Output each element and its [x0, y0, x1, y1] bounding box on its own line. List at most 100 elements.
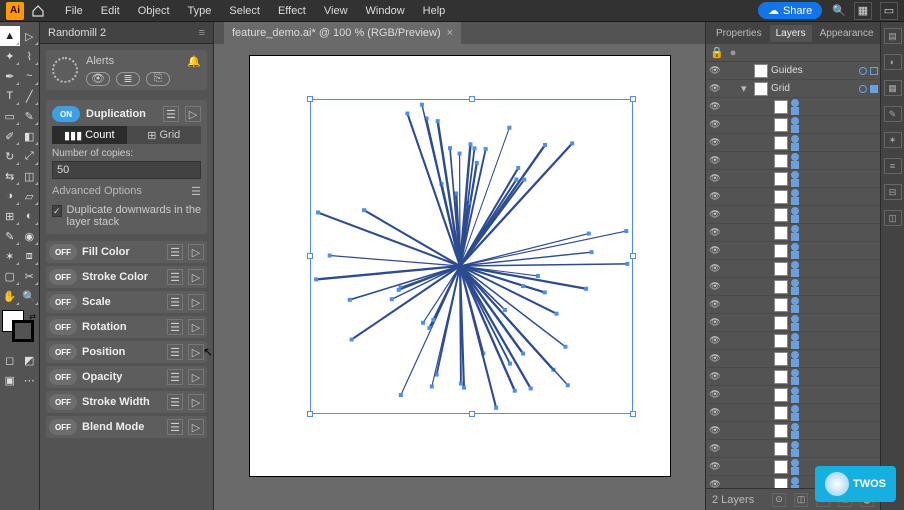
target-icon[interactable] [791, 387, 799, 395]
tool-symbol-sprayer[interactable]: ✶ [0, 246, 20, 266]
target-icon[interactable] [791, 171, 799, 179]
tool-hand[interactable]: ✋ [0, 286, 20, 306]
layer-name[interactable] [791, 99, 878, 115]
tool-artboard[interactable]: ▢ [0, 266, 20, 286]
prop-play-icon[interactable]: ▷ [188, 294, 204, 310]
layer-name[interactable] [791, 369, 878, 385]
visibility-icon[interactable]: 👁 [708, 442, 722, 456]
prop-settings-icon[interactable]: ☰ [167, 369, 183, 385]
libraries-icon[interactable]: ▤ [884, 28, 902, 44]
menu-help[interactable]: Help [414, 2, 455, 20]
layer-row[interactable]: 👁 [706, 332, 880, 350]
layer-row[interactable]: 👁 [706, 422, 880, 440]
prop-settings-icon[interactable]: ☰ [167, 319, 183, 335]
layer-name[interactable] [791, 297, 878, 313]
visibility-icon[interactable]: 👁 [708, 334, 722, 348]
prop-settings-icon[interactable]: ☰ [167, 419, 183, 435]
layer-row[interactable]: 👁 [706, 224, 880, 242]
selection-handle[interactable] [307, 411, 313, 417]
prop-toggle[interactable]: OFF [49, 419, 77, 435]
swatches-icon[interactable]: ▦ [884, 80, 902, 96]
target-icon[interactable] [791, 459, 799, 467]
visibility-icon[interactable]: 👁 [708, 478, 722, 489]
layer-row[interactable]: 👁 [706, 116, 880, 134]
draw-mode-normal[interactable]: ◻ [0, 350, 20, 370]
tool-direct-selection[interactable]: ▷ [20, 26, 40, 46]
tool-curvature[interactable]: ~ [20, 66, 40, 86]
layer-row[interactable]: 👁 [706, 98, 880, 116]
draw-mode-behind[interactable]: ◩ [20, 350, 40, 370]
tab-properties[interactable]: Properties [710, 25, 768, 42]
prop-settings-icon[interactable]: ☰ [167, 344, 183, 360]
tool-perspective[interactable]: ▱ [20, 186, 40, 206]
target-icon[interactable] [791, 297, 799, 305]
selection-handle[interactable] [630, 253, 636, 259]
layer-name[interactable] [791, 315, 878, 331]
visibility-icon[interactable]: 👁 [708, 208, 722, 222]
visibility-icon[interactable]: 👁 [708, 172, 722, 186]
layer-name[interactable] [791, 225, 878, 241]
target-icon[interactable] [791, 225, 799, 233]
target-icon[interactable] [791, 189, 799, 197]
layer-row[interactable]: 👁 [706, 170, 880, 188]
layer-row[interactable]: 👁 ▾ Grid [706, 80, 880, 98]
layer-name[interactable] [791, 243, 878, 259]
color-icon[interactable]: ◐ [884, 54, 902, 70]
prop-toggle[interactable]: OFF [49, 394, 77, 410]
panel-menu-icon[interactable]: ≡ [199, 27, 205, 39]
visibility-icon[interactable]: 👁 [708, 64, 722, 78]
stroke-panel-icon[interactable]: ≡ [884, 158, 902, 174]
layer-row[interactable]: 👁 Guides [706, 62, 880, 80]
home-icon[interactable] [30, 3, 46, 19]
visibility-icon[interactable]: 👁 [708, 136, 722, 150]
menu-window[interactable]: Window [357, 2, 414, 20]
tool-paintbrush[interactable]: ✎ [20, 106, 40, 126]
target-icon[interactable] [791, 207, 799, 215]
workspace-switcher-icon[interactable]: ▭ [880, 2, 898, 20]
make-clipping-mask-icon[interactable]: ◫ [794, 493, 808, 507]
layer-row[interactable]: 👁 [706, 296, 880, 314]
tool-gradient[interactable]: ◐ [20, 206, 40, 226]
visibility-icon[interactable]: 👁 [708, 280, 722, 294]
prop-toggle[interactable]: OFF [49, 344, 77, 360]
menu-edit[interactable]: Edit [92, 2, 129, 20]
selection-handle[interactable] [630, 411, 636, 417]
prop-play-icon[interactable]: ▷ [188, 344, 204, 360]
tool-lasso[interactable]: ⌇ [20, 46, 40, 66]
target-icon[interactable] [791, 369, 799, 377]
visibility-icon[interactable]: 👁 [708, 424, 722, 438]
visibility-icon[interactable]: 👁 [708, 460, 722, 474]
visibility-icon[interactable]: 👁 [708, 262, 722, 276]
tool-mesh[interactable]: ⊞ [0, 206, 20, 226]
tab-layers[interactable]: Layers [770, 25, 812, 42]
tool-slice[interactable]: ✂ [20, 266, 40, 286]
locate-object-icon[interactable]: ⊙ [772, 493, 786, 507]
target-icon[interactable] [791, 117, 799, 125]
play-icon[interactable]: ▷ [185, 106, 201, 122]
layer-name[interactable] [791, 279, 878, 295]
menu-type[interactable]: Type [179, 2, 221, 20]
prop-toggle[interactable]: OFF [49, 369, 77, 385]
tool-graph[interactable]: ⧈ [20, 246, 40, 266]
target-icon[interactable] [791, 153, 799, 161]
target-icon[interactable] [859, 67, 867, 75]
bell-icon[interactable]: 🔔 [187, 55, 201, 68]
layer-name[interactable]: Grid [771, 83, 856, 94]
target-icon[interactable] [791, 405, 799, 413]
expand-caret-icon[interactable]: ▾ [741, 82, 751, 95]
prop-play-icon[interactable]: ▷ [188, 419, 204, 435]
menu-select[interactable]: Select [220, 2, 269, 20]
prop-toggle[interactable]: OFF [49, 319, 77, 335]
layer-row[interactable]: 👁 [706, 386, 880, 404]
selection-handle[interactable] [469, 411, 475, 417]
visibility-icon[interactable]: 👁 [708, 118, 722, 132]
prop-settings-icon[interactable]: ☰ [167, 294, 183, 310]
target-icon[interactable] [791, 423, 799, 431]
close-tab-icon[interactable]: × [447, 27, 453, 39]
layer-name[interactable] [791, 261, 878, 277]
prop-play-icon[interactable]: ▷ [188, 269, 204, 285]
target-icon[interactable] [791, 351, 799, 359]
layer-row[interactable]: 👁 [706, 260, 880, 278]
visibility-icon[interactable]: 👁 [708, 100, 722, 114]
duplication-toggle[interactable]: ON [52, 106, 80, 122]
